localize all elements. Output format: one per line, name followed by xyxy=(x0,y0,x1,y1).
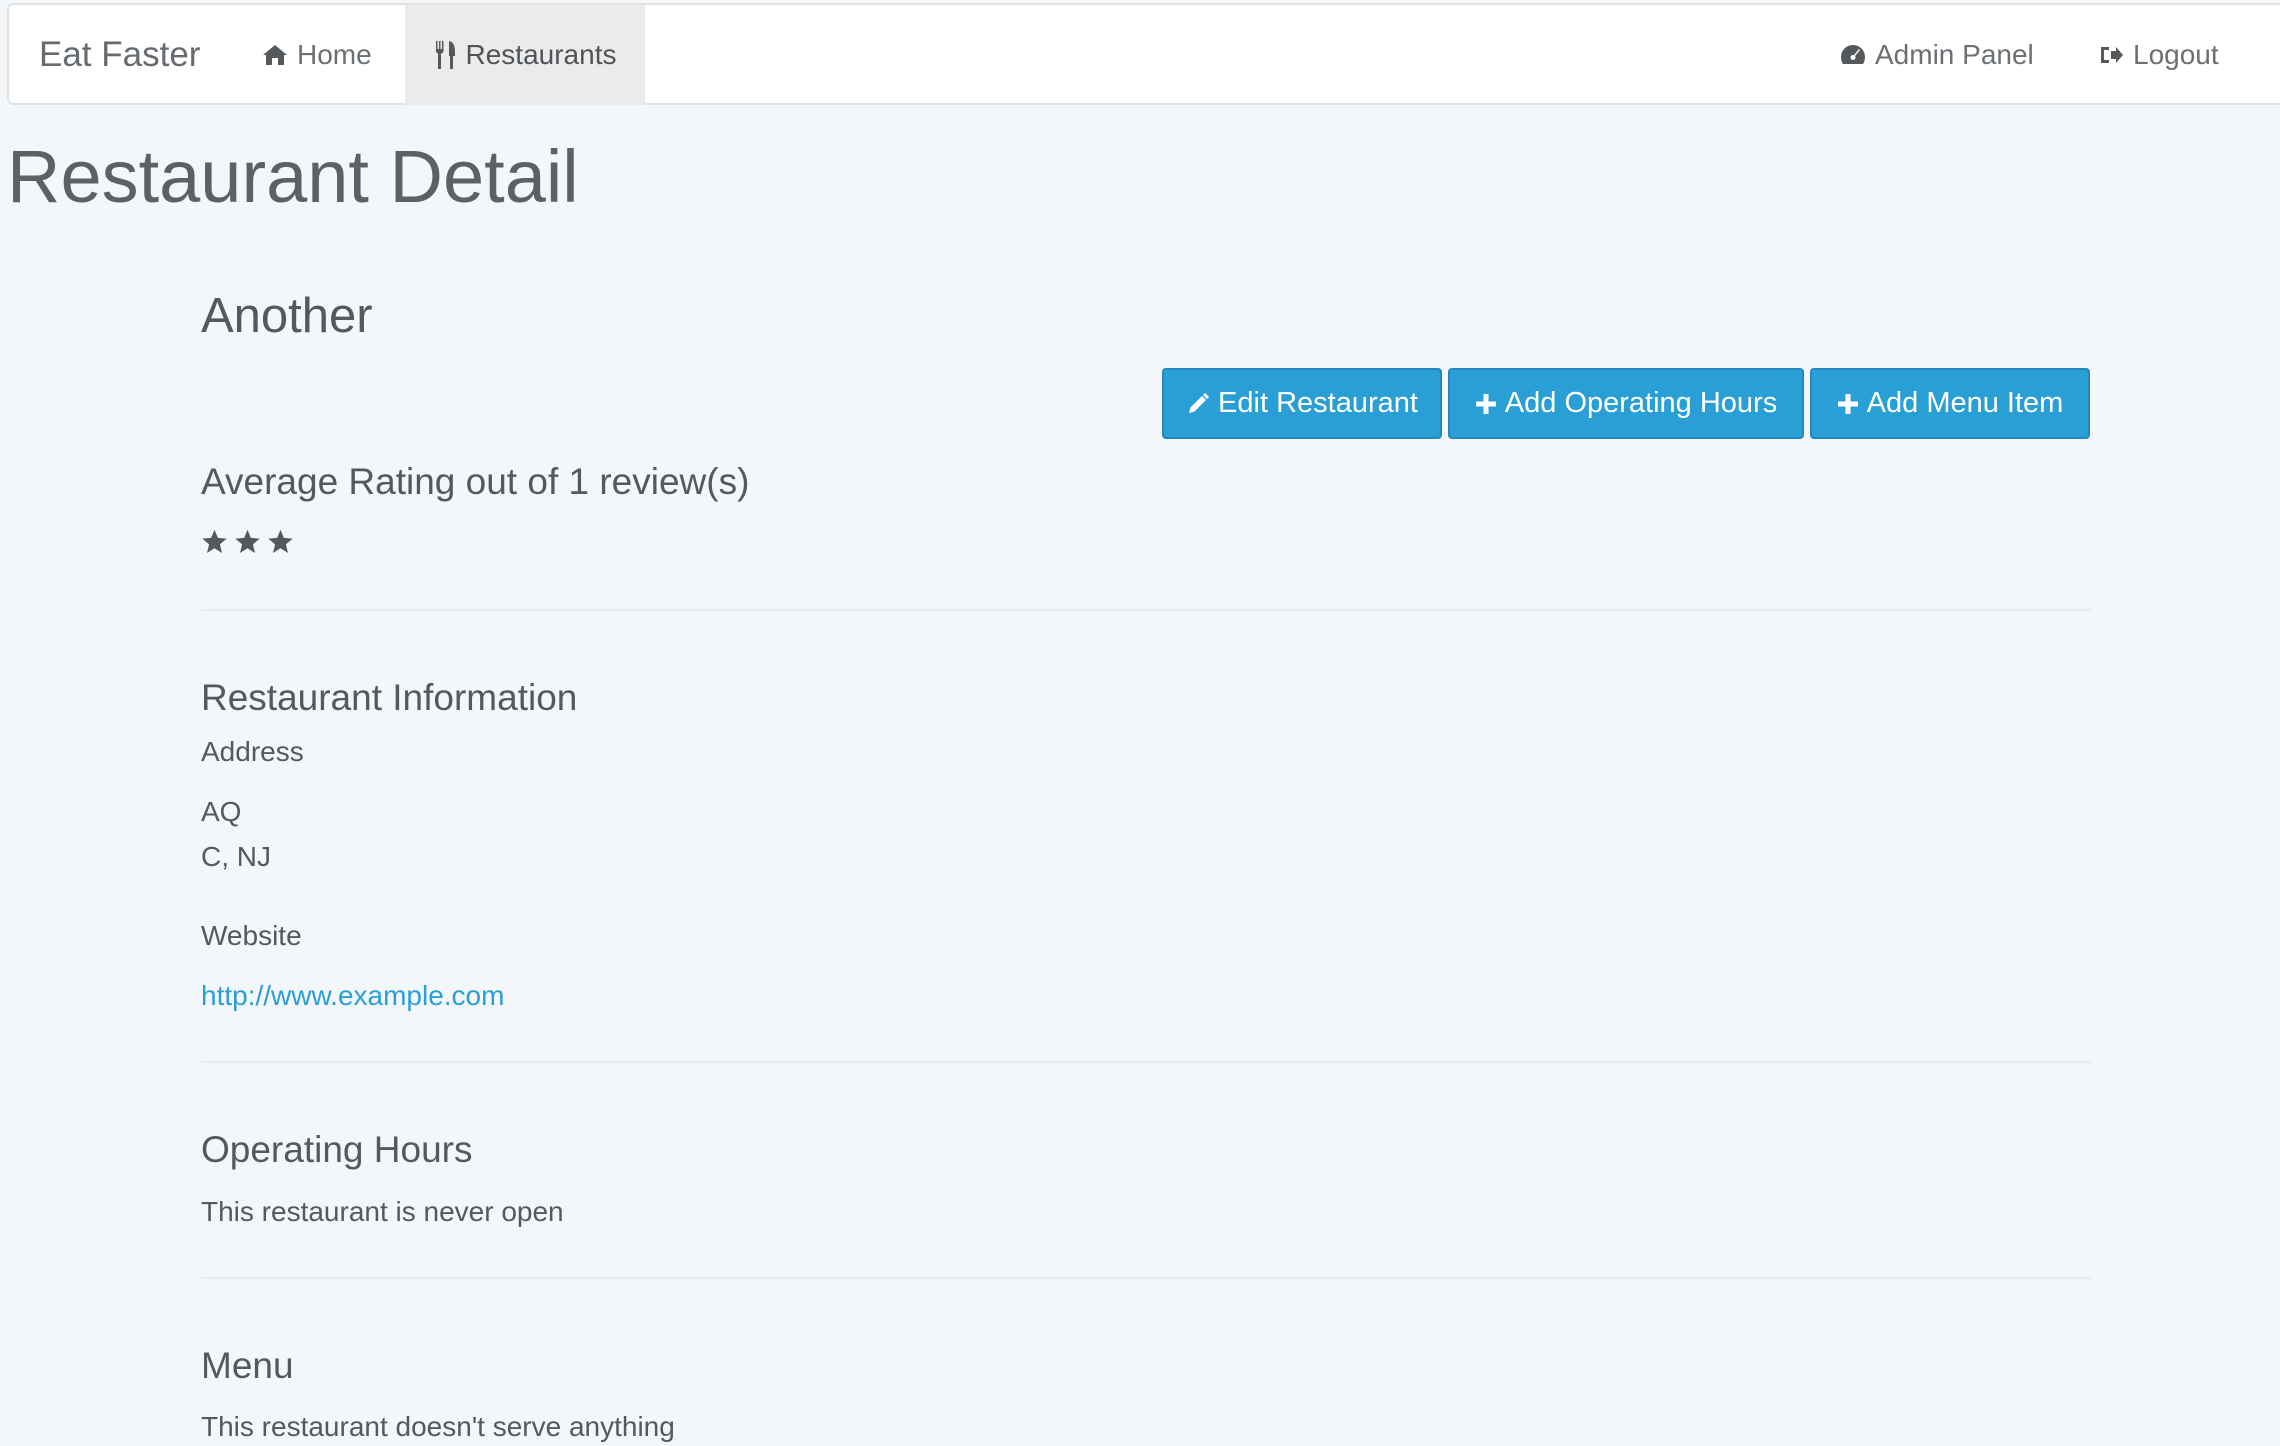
dashboard-icon xyxy=(1839,43,1867,67)
operating-hours-heading: Operating Hours xyxy=(201,1129,473,1170)
brand-link[interactable]: Eat Faster xyxy=(39,5,200,105)
nav-logout[interactable]: Logout xyxy=(2099,5,2219,105)
nav-admin-label: Admin Panel xyxy=(1875,39,2034,70)
website-label: Website xyxy=(201,920,302,951)
star-icon xyxy=(235,529,260,553)
nav-home[interactable]: Home xyxy=(261,5,372,105)
add-operating-hours-button[interactable]: Add Operating Hours xyxy=(1448,368,1804,439)
divider xyxy=(201,609,2091,611)
website-link[interactable]: http://www.example.com xyxy=(201,982,504,1010)
star-icon xyxy=(202,529,227,553)
rating-stars xyxy=(201,528,294,555)
restaurant-name: Another xyxy=(201,289,373,343)
divider xyxy=(201,1061,2091,1063)
add-menu-item-button[interactable]: Add Menu Item xyxy=(1810,368,2090,439)
home-icon xyxy=(261,43,289,67)
nav-admin-panel[interactable]: Admin Panel xyxy=(1839,5,2034,105)
menu-heading: Menu xyxy=(201,1345,294,1386)
logout-icon xyxy=(2099,43,2125,67)
nav-home-label: Home xyxy=(297,39,372,70)
operating-hours-empty: This restaurant is never open xyxy=(201,1196,564,1227)
nav-restaurants-label: Restaurants xyxy=(465,39,617,70)
restaurant-information-heading: Restaurant Information xyxy=(201,677,578,718)
plus-icon xyxy=(1475,393,1496,414)
add-menu-item-label: Add Menu Item xyxy=(1866,387,2064,419)
page-title: Restaurant Detail xyxy=(7,135,579,218)
address-label: Address xyxy=(201,736,304,767)
nav-logout-label: Logout xyxy=(2133,39,2219,70)
pencil-icon xyxy=(1189,392,1210,413)
nav-restaurants[interactable]: Restaurants xyxy=(405,5,645,105)
address-line-1: AQ xyxy=(201,796,242,827)
average-rating-heading: Average Rating out of 1 review(s) xyxy=(201,461,750,502)
star-icon xyxy=(268,529,293,553)
navbar: Eat Faster Home Restaurants Admin Panel … xyxy=(7,3,2280,105)
divider xyxy=(201,1277,2091,1279)
edit-restaurant-label: Edit Restaurant xyxy=(1218,387,1418,419)
edit-restaurant-button[interactable]: Edit Restaurant xyxy=(1162,368,1442,439)
menu-empty: This restaurant doesn't serve anything xyxy=(201,1411,675,1442)
address-line-2: C, NJ xyxy=(201,841,271,872)
action-buttons: Edit Restaurant Add Operating Hours Add … xyxy=(1162,368,2090,439)
add-operating-hours-label: Add Operating Hours xyxy=(1504,387,1778,419)
utensils-icon xyxy=(434,40,458,70)
plus-icon xyxy=(1837,393,1858,414)
